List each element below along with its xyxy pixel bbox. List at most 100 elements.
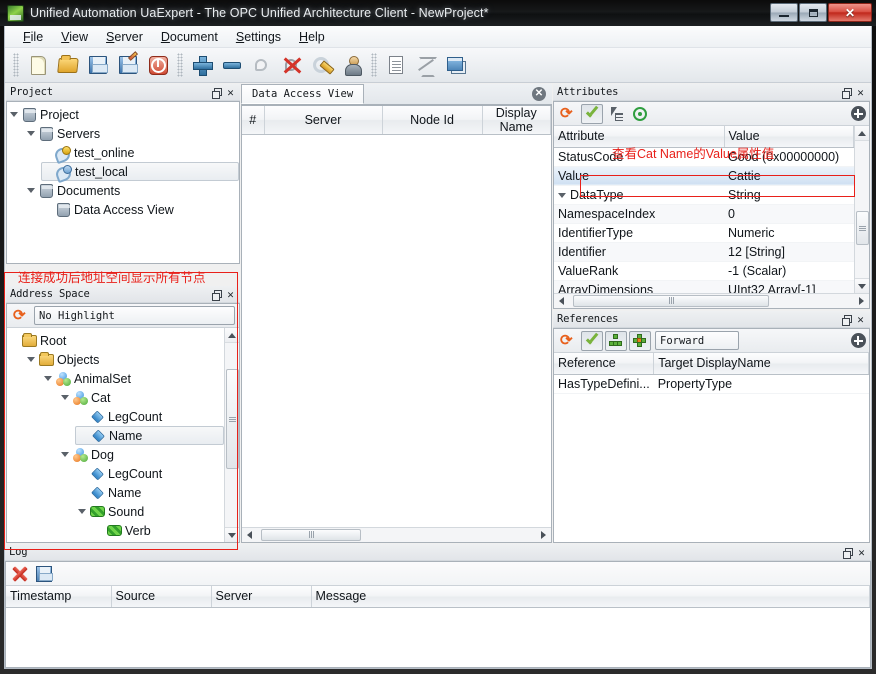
table-row[interactable]: NamespaceIndex0 <box>554 204 854 223</box>
tree-node-objects[interactable]: Objects <box>24 350 224 369</box>
references-rows[interactable]: HasTypeDefini...PropertyType <box>554 374 869 393</box>
table-row[interactable]: ValueCattie <box>554 166 854 185</box>
toolbar-grip-2[interactable] <box>177 53 183 77</box>
tree-node-verb[interactable]: Verb <box>92 521 224 540</box>
attributes-undock-icon[interactable] <box>841 86 854 99</box>
tree-node-project[interactable]: Project <box>7 105 239 124</box>
hierarchy-icon[interactable] <box>629 331 651 351</box>
attributes-hscroll-thumb[interactable] <box>573 295 769 307</box>
column-header-server[interactable]: Server <box>264 106 382 135</box>
attributes-close-icon[interactable]: ✕ <box>854 86 867 99</box>
column-header--[interactable]: # <box>242 106 264 135</box>
tab-close-icon[interactable]: ✕ <box>532 87 546 101</box>
remove-document-icon[interactable] <box>411 51 441 79</box>
address-space-tree[interactable]: RootObjectsAnimalSetCatLegCountNameDogLe… <box>7 328 224 542</box>
maximize-button[interactable] <box>799 3 827 22</box>
user-identity-icon[interactable] <box>337 51 367 79</box>
tree-node-legcount[interactable]: LegCount <box>75 407 224 426</box>
close-button[interactable]: ✕ <box>828 3 872 22</box>
table-row[interactable]: IdentifierTypeNumeric <box>554 223 854 242</box>
attributes-rows[interactable]: StatusCodeGood (0x00000000)ValueCattieDa… <box>554 147 854 293</box>
refresh-icon[interactable]: ⟳ <box>10 306 32 326</box>
table-row[interactable]: ArrayDimensionsUInt32 Array[-1] <box>554 280 854 293</box>
tree-node-server[interactable]: Server <box>41 540 224 542</box>
tree-twisty-icon[interactable] <box>24 357 37 362</box>
address-space-scroll-thumb[interactable] <box>226 369 239 469</box>
table-row[interactable]: DataTypeString <box>554 185 854 204</box>
validate-icon[interactable] <box>581 104 603 124</box>
address-space-close-icon[interactable]: ✕ <box>224 288 237 301</box>
menu-document[interactable]: Document <box>152 28 227 46</box>
remove-server-icon[interactable] <box>217 51 247 79</box>
menu-help[interactable]: Help <box>290 28 334 46</box>
clear-log-icon[interactable] <box>9 564 31 584</box>
refresh-icon[interactable]: ⟳ <box>557 104 579 124</box>
column-header-node-id[interactable]: Node Id <box>382 106 482 135</box>
save-project-icon[interactable] <box>83 51 113 79</box>
add-document-icon[interactable] <box>381 51 411 79</box>
attributes-hscroll-track[interactable] <box>569 294 854 309</box>
tree-twisty-icon[interactable] <box>58 395 71 400</box>
dav-scroll-thumb[interactable] <box>261 529 361 541</box>
scroll-right-icon[interactable] <box>854 294 869 309</box>
highlight-icon[interactable] <box>629 104 651 124</box>
table-row[interactable]: HasTypeDefini...PropertyType <box>554 374 869 393</box>
references-close-icon[interactable]: ✕ <box>854 313 867 326</box>
tree-node-name[interactable]: Name <box>75 483 224 502</box>
column-header-target-displayname[interactable]: Target DisplayName <box>654 353 869 374</box>
connect-server-icon[interactable] <box>247 51 277 79</box>
address-space-undock-icon[interactable] <box>211 288 224 301</box>
scroll-up-icon[interactable] <box>855 126 870 141</box>
project-undock-icon[interactable] <box>211 86 224 99</box>
address-space-scroll-track[interactable] <box>225 343 240 527</box>
column-header-message[interactable]: Message <box>311 586 870 607</box>
menu-settings[interactable]: Settings <box>227 28 290 46</box>
select-icon[interactable] <box>605 104 627 124</box>
disconnect-all-icon[interactable] <box>143 51 173 79</box>
column-header-display-name[interactable]: Display Name <box>482 106 551 135</box>
tab-data-access-view[interactable]: Data Access View <box>241 84 364 104</box>
scroll-left-icon[interactable] <box>242 528 257 543</box>
save-log-icon[interactable] <box>33 564 55 584</box>
tree-node-sound[interactable]: Sound <box>75 502 224 521</box>
column-header-server[interactable]: Server <box>211 586 311 607</box>
tree-twisty-icon[interactable] <box>41 376 54 381</box>
add-server-icon[interactable] <box>187 51 217 79</box>
tree-twisty-icon[interactable] <box>75 509 88 514</box>
attributes-scroll-thumb[interactable] <box>856 211 869 245</box>
open-project-icon[interactable] <box>53 51 83 79</box>
tree-node-animalset[interactable]: AnimalSet <box>41 369 224 388</box>
tree-node-cat[interactable]: Cat <box>58 388 224 407</box>
attributes-vscrollbar[interactable] <box>854 126 869 293</box>
project-close-icon[interactable]: ✕ <box>224 86 237 99</box>
minimize-button[interactable] <box>770 3 798 22</box>
table-row[interactable]: Identifier12 [String] <box>554 242 854 261</box>
scroll-right-icon[interactable] <box>536 528 551 543</box>
chevron-down-icon[interactable] <box>558 193 566 198</box>
data-access-view-hscrollbar[interactable] <box>242 527 551 542</box>
disconnect-server-icon[interactable] <box>277 51 307 79</box>
scroll-down-icon[interactable] <box>855 278 870 293</box>
tree-node-servers[interactable]: Servers <box>24 124 239 143</box>
address-space-vscrollbar[interactable] <box>224 328 239 542</box>
tree-twisty-icon[interactable] <box>58 452 71 457</box>
menu-server[interactable]: Server <box>97 28 152 46</box>
tree-node-name[interactable]: Name <box>75 426 224 445</box>
column-header-source[interactable]: Source <box>111 586 211 607</box>
tree-node-test-local[interactable]: test_local <box>41 162 239 181</box>
tree-twisty-icon[interactable] <box>24 131 37 136</box>
log-undock-icon[interactable] <box>842 546 855 559</box>
references-undock-icon[interactable] <box>841 313 854 326</box>
toolbar-grip-3[interactable] <box>371 53 377 77</box>
tree-view-icon[interactable] <box>605 331 627 351</box>
refresh-icon[interactable]: ⟳ <box>557 331 579 351</box>
scroll-left-icon[interactable] <box>554 294 569 309</box>
tree-node-root[interactable]: Root <box>7 331 224 350</box>
attributes-hscrollbar[interactable] <box>554 293 869 308</box>
validate-icon[interactable] <box>581 331 603 351</box>
scroll-up-icon[interactable] <box>225 328 240 343</box>
add-icon[interactable] <box>847 331 869 351</box>
log-close-icon[interactable]: ✕ <box>855 546 868 559</box>
new-project-icon[interactable] <box>23 51 53 79</box>
add-icon[interactable] <box>847 104 869 124</box>
